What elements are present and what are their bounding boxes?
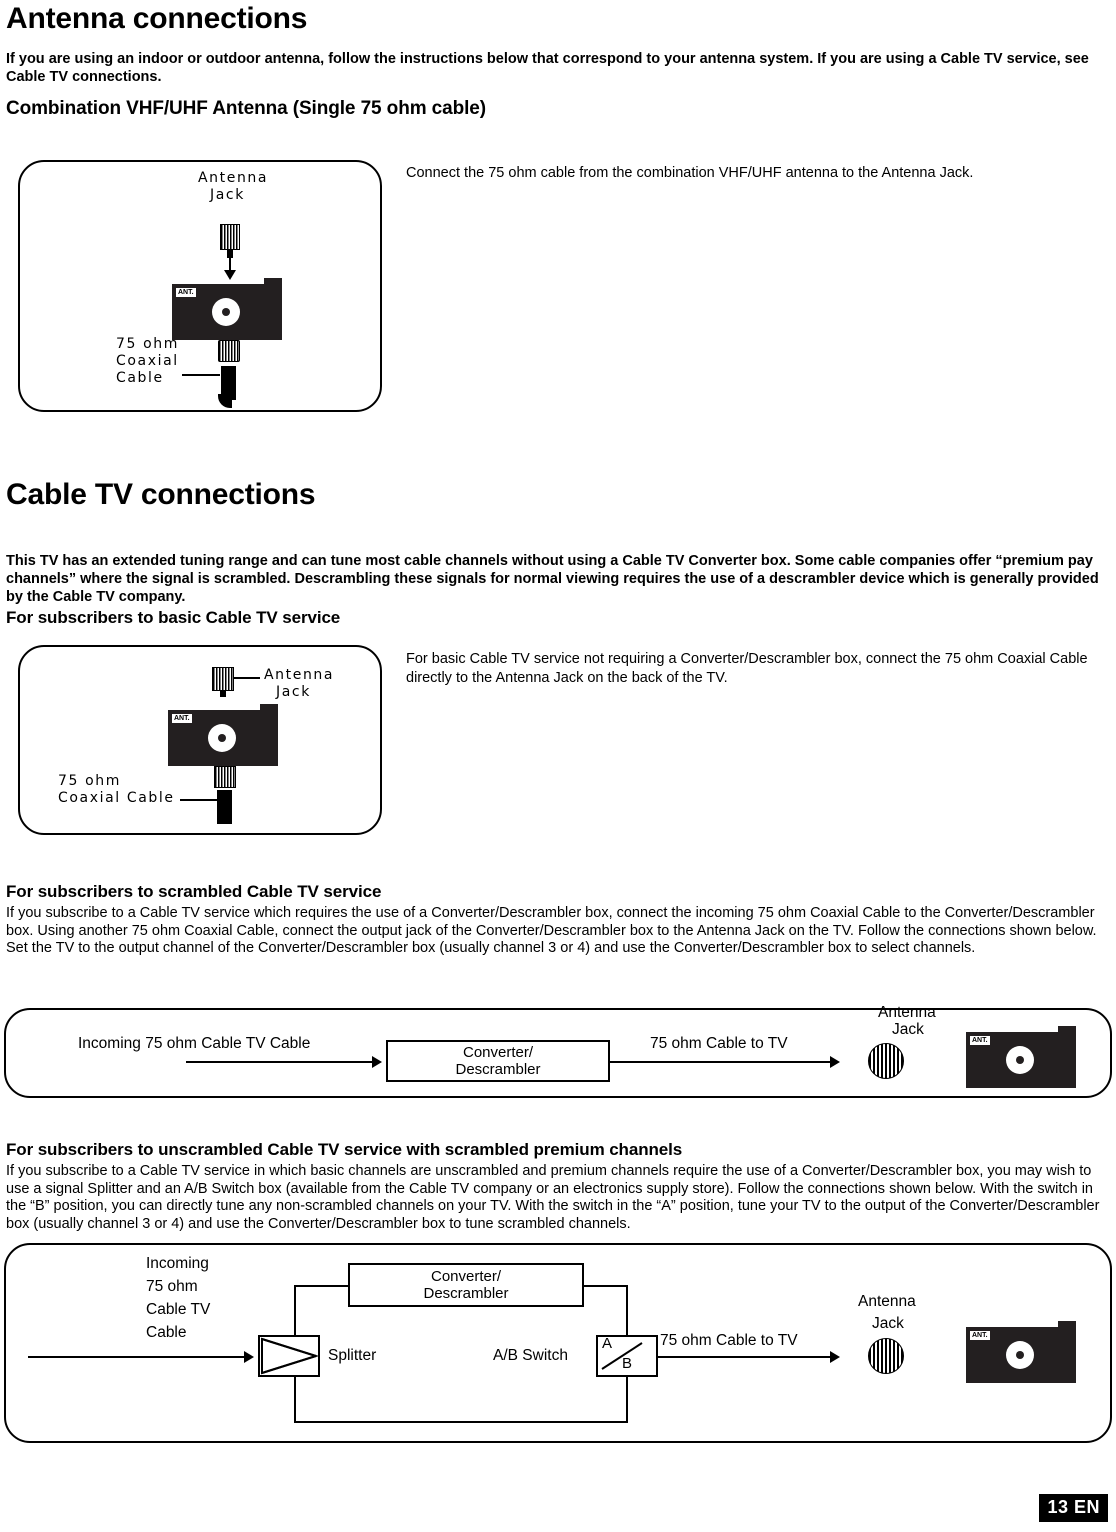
premium-converter-descrambler-box: Converter/ Descrambler [348,1263,584,1307]
scrambled-coax-connector [868,1043,904,1079]
premium-output-label: 75 ohm Cable to TV [660,1332,798,1349]
converter-line2: Descrambler [455,1061,541,1078]
splitter-label: Splitter [328,1347,377,1364]
splitter-box [258,1335,320,1377]
label-leader-line [182,374,220,376]
scrambled-output-label: 75 ohm Cable to TV [650,1035,788,1052]
coax-connector-bottom [218,340,240,368]
basic-antenna-jack-line2: Jack [276,684,311,700]
ant-label: ANT. [970,1331,990,1340]
premium-incoming-line4: Cable [146,1324,187,1341]
basic-cable-label-line1: 75 ohm [58,773,121,789]
basic-label-leader-line [180,799,218,801]
coaxial-cable-drawing-curve [218,394,232,408]
switch-lower-input-vertical [626,1375,628,1423]
ant-label: ANT. [176,288,196,297]
scrambled-diagram-frame: Incoming 75 ohm Cable TV Cable Converter… [4,1004,1112,1098]
antenna-instruction-text: Connect the 75 ohm cable from the combin… [406,165,974,181]
converter-to-switch-horizontal [582,1285,628,1287]
page-title-cable: Cable TV connections [6,478,316,511]
premium-service-body-text: If you subscribe to a Cable TV service i… [6,1163,1100,1232]
ant-label: ANT. [970,1036,990,1045]
ant-label: ANT. [172,714,192,723]
converter-descrambler-box: Converter/ Descrambler [386,1040,610,1082]
antenna-intro-text: If you are using an indoor or outdoor an… [6,51,1089,85]
scrambled-antenna-jack-line2: Jack [892,1021,924,1038]
basic-antenna-jack-line1: Antenna [264,667,335,683]
antenna-diagram-frame: Antenna Jack ANT. 75 ohm Coaxial Cable [18,160,382,412]
scrambled-incoming-label: Incoming 75 ohm Cable TV Cable [78,1035,311,1052]
premium-service-subheading: For subscribers to unscrambled Cable TV … [6,1140,683,1159]
scrambled-service-subheading: For subscribers to scrambled Cable TV se… [6,882,382,901]
coax-connector-top [220,224,240,258]
premium-incoming-line1: Incoming [146,1255,209,1272]
switch-position-b: B [622,1355,633,1372]
converter-line1: Converter/ [462,1044,534,1061]
converter-to-switch-vertical [626,1285,628,1337]
incoming-cable-line [186,1061,372,1063]
premium-incoming-line3: Cable TV [146,1301,211,1318]
basic-service-subheading: For subscribers to basic Cable TV servic… [6,608,341,627]
arrow-right-icon [244,1351,254,1363]
basic-service-diagram-frame: Antenna Jack ANT. 75 ohm Coaxial Cable [18,645,382,835]
output-cable-line [610,1061,830,1063]
splitter-lower-branch-vertical [294,1375,296,1423]
coax-cable-label-line1: 75 ohm [116,336,179,352]
splitter-upper-branch-vertical [294,1285,296,1337]
page-number-badge: 13 EN [1039,1494,1108,1522]
premium-converter-line1: Converter/ [430,1268,502,1285]
basic-antenna-jack-block: ANT. [168,704,278,766]
arrow-right-icon [830,1351,840,1363]
premium-output-cable-line [658,1356,830,1358]
premium-antenna-jack-block: ANT. [966,1321,1076,1383]
arrow-right-icon [830,1056,840,1068]
coax-connector-basic-bottom [214,766,236,792]
basic-cable-label-line2: Coaxial Cable [58,790,175,806]
basic-coaxial-cable-drawing [217,790,232,824]
coax-cable-label-line3: Cable [116,370,164,386]
antenna-jack-label-line2: Jack [210,187,245,203]
arrow-right-icon [372,1056,382,1068]
cable-intro-text: This TV has an extended tuning range and… [6,553,1099,605]
switch-position-a: A [602,1335,613,1352]
jack-leader-line [234,677,260,679]
splitter-upper-branch-horizontal [294,1285,350,1287]
coax-connector-basic [212,667,234,697]
splitter-lower-branch-horizontal [294,1421,628,1423]
antenna-jack-block: ANT. [172,278,282,340]
premium-antenna-jack-line2: Jack [872,1315,904,1332]
premium-diagram-frame: Incoming 75 ohm Cable TV Cable Splitter … [4,1243,1112,1443]
page-title-antenna: Antenna connections [6,2,308,35]
premium-converter-line2: Descrambler [423,1285,509,1302]
premium-coax-connector [868,1338,904,1374]
antenna-subheading: Combination VHF/UHF Antenna (Single 75 o… [6,98,486,119]
manual-page: Antenna connections If you are using an … [0,0,1116,1532]
ab-switch-label: A/B Switch [493,1347,568,1364]
scrambled-service-body-text: If you subscribe to a Cable TV service w… [6,905,1097,956]
splitter-icon [261,1337,318,1375]
scrambled-antenna-jack-block: ANT. [966,1026,1076,1088]
scrambled-antenna-jack-line1: Antenna [878,1004,936,1021]
basic-service-instruction-text: For basic Cable TV service not requiring… [406,651,1088,686]
arrow-down-icon [224,270,236,280]
coax-cable-label-line2: Coaxial [116,353,179,369]
premium-antenna-jack-line1: Antenna [858,1293,916,1310]
antenna-jack-label-line1: Antenna [198,170,269,186]
premium-incoming-line2: 75 ohm [146,1278,198,1295]
premium-incoming-cable-line [28,1356,244,1358]
